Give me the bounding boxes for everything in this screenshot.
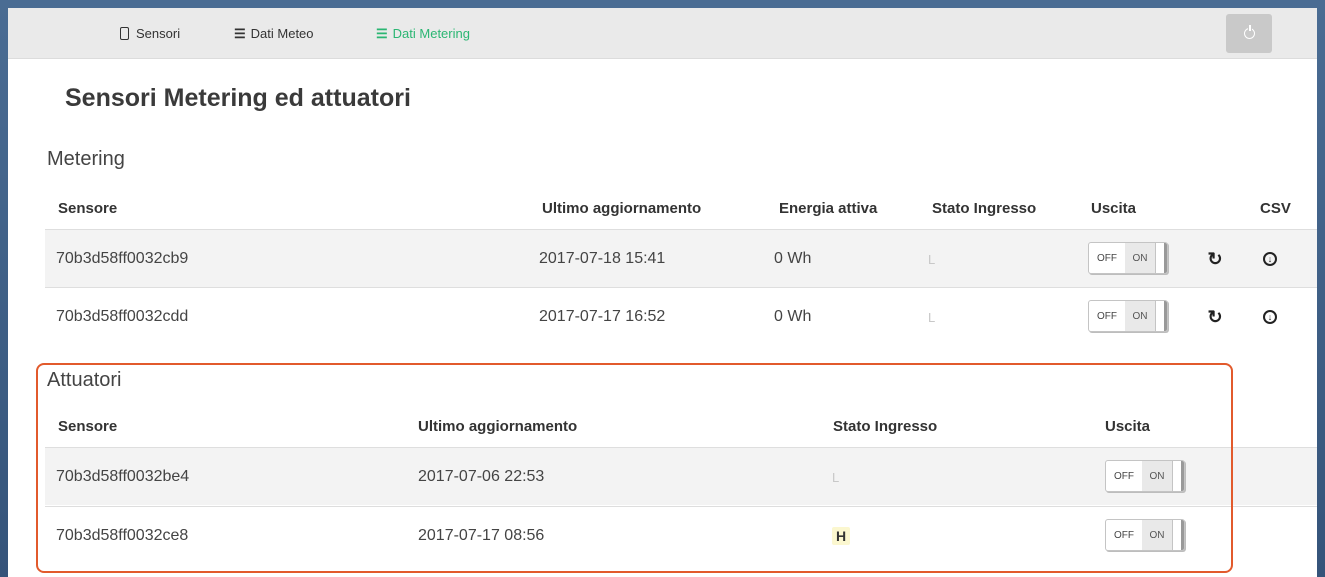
col-header-ultimo-aggiornamento: Ultimo aggiornamento [542,200,702,217]
toggle-off-label: OFF [1114,470,1134,482]
col-header-ultimo-aggiornamento: Ultimo aggiornamento [418,418,578,435]
list-icon: ☰ [376,25,388,41]
col-header-sensore: Sensore [58,418,118,435]
nav-item-label: Dati Metering [392,26,470,41]
toggle-off-label: OFF [1097,310,1117,322]
cell-sensore: 70b3d58ff0032be4 [56,468,190,485]
power-icon [1243,25,1255,39]
col-header-energia-attiva: Energia attiva [779,200,878,217]
refresh-icon[interactable]: ↻ [1205,249,1225,269]
table-row: 70b3d58ff0032be4 2017-07-06 22:53 L OFF … [45,447,1317,505]
toggle-knob [1172,520,1184,550]
cell-sensore: 70b3d58ff0032cdd [56,308,189,325]
download-icon[interactable]: ↓ [1260,307,1280,327]
col-header-uscita: Uscita [1091,200,1137,217]
col-header-csv: CSV [1260,200,1291,217]
nav-item-dati-metering[interactable]: ☰ Dati Metering [376,8,470,59]
power-button[interactable] [1226,14,1272,53]
toggle-knob [1172,461,1184,491]
nav-item-dati-meteo[interactable]: ☰ Dati Meteo [234,8,314,59]
col-header-uscita: Uscita [1105,418,1151,435]
cell-sensore: 70b3d58ff0032ce8 [56,527,189,544]
output-toggle[interactable]: OFF ON [1105,460,1185,492]
cell-energia-attiva: 0 Wh [774,308,812,325]
cell-ultimo-aggiornamento: 2017-07-17 08:56 [418,527,545,544]
cell-stato-ingresso: H [832,507,851,565]
toggle-off-label: OFF [1097,252,1117,264]
table-row: 70b3d58ff0032cb9 2017-07-18 15:41 0 Wh L… [45,229,1317,287]
toggle-on-label: ON [1125,301,1155,331]
output-toggle[interactable]: OFF ON [1105,519,1185,551]
cell-sensore: 70b3d58ff0032cb9 [56,250,189,267]
table-row: 70b3d58ff0032cdd 2017-07-17 16:52 0 Wh L… [45,287,1317,345]
nav-item-label: Dati Meteo [250,26,314,41]
cell-stato-ingresso: L [832,469,840,485]
toggle-on-label: ON [1142,520,1172,550]
toggle-knob [1155,301,1167,331]
cell-ultimo-aggiornamento: 2017-07-18 15:41 [539,250,666,267]
page-title: Sensori Metering ed attuatori [65,84,411,112]
refresh-icon[interactable]: ↻ [1205,307,1225,327]
table-row: 70b3d58ff0032ce8 2017-07-17 08:56 H OFF … [45,506,1317,564]
cell-ultimo-aggiornamento: 2017-07-06 22:53 [418,468,545,485]
metering-section-title: Metering [47,148,125,170]
toggle-on-label: ON [1125,243,1155,273]
mobile-icon [120,27,129,40]
col-header-stato-ingresso: Stato Ingresso [932,200,1037,217]
attuatori-section-title: Attuatori [47,369,122,391]
download-icon[interactable]: ↓ [1260,249,1280,269]
nav-item-label: Sensori [136,26,181,41]
top-navbar: Sensori ☰ Dati Meteo ☰ Dati Metering [8,8,1317,59]
nav-item-sensori[interactable]: Sensori [120,8,180,59]
toggle-on-label: ON [1142,461,1172,491]
col-header-stato-ingresso: Stato Ingresso [833,418,938,435]
toggle-off-label: OFF [1114,529,1134,541]
output-toggle[interactable]: OFF ON [1088,300,1168,332]
cell-ultimo-aggiornamento: 2017-07-17 16:52 [539,308,666,325]
toggle-knob [1155,243,1167,273]
col-header-sensore: Sensore [58,200,118,217]
list-icon: ☰ [234,25,246,41]
cell-energia-attiva: 0 Wh [774,250,812,267]
cell-stato-ingresso: L [928,251,936,267]
output-toggle[interactable]: OFF ON [1088,242,1168,274]
state-h-badge: H [832,527,851,545]
app-frame: Sensori ☰ Dati Meteo ☰ Dati Metering Sen… [8,8,1317,577]
cell-stato-ingresso: L [928,309,936,325]
